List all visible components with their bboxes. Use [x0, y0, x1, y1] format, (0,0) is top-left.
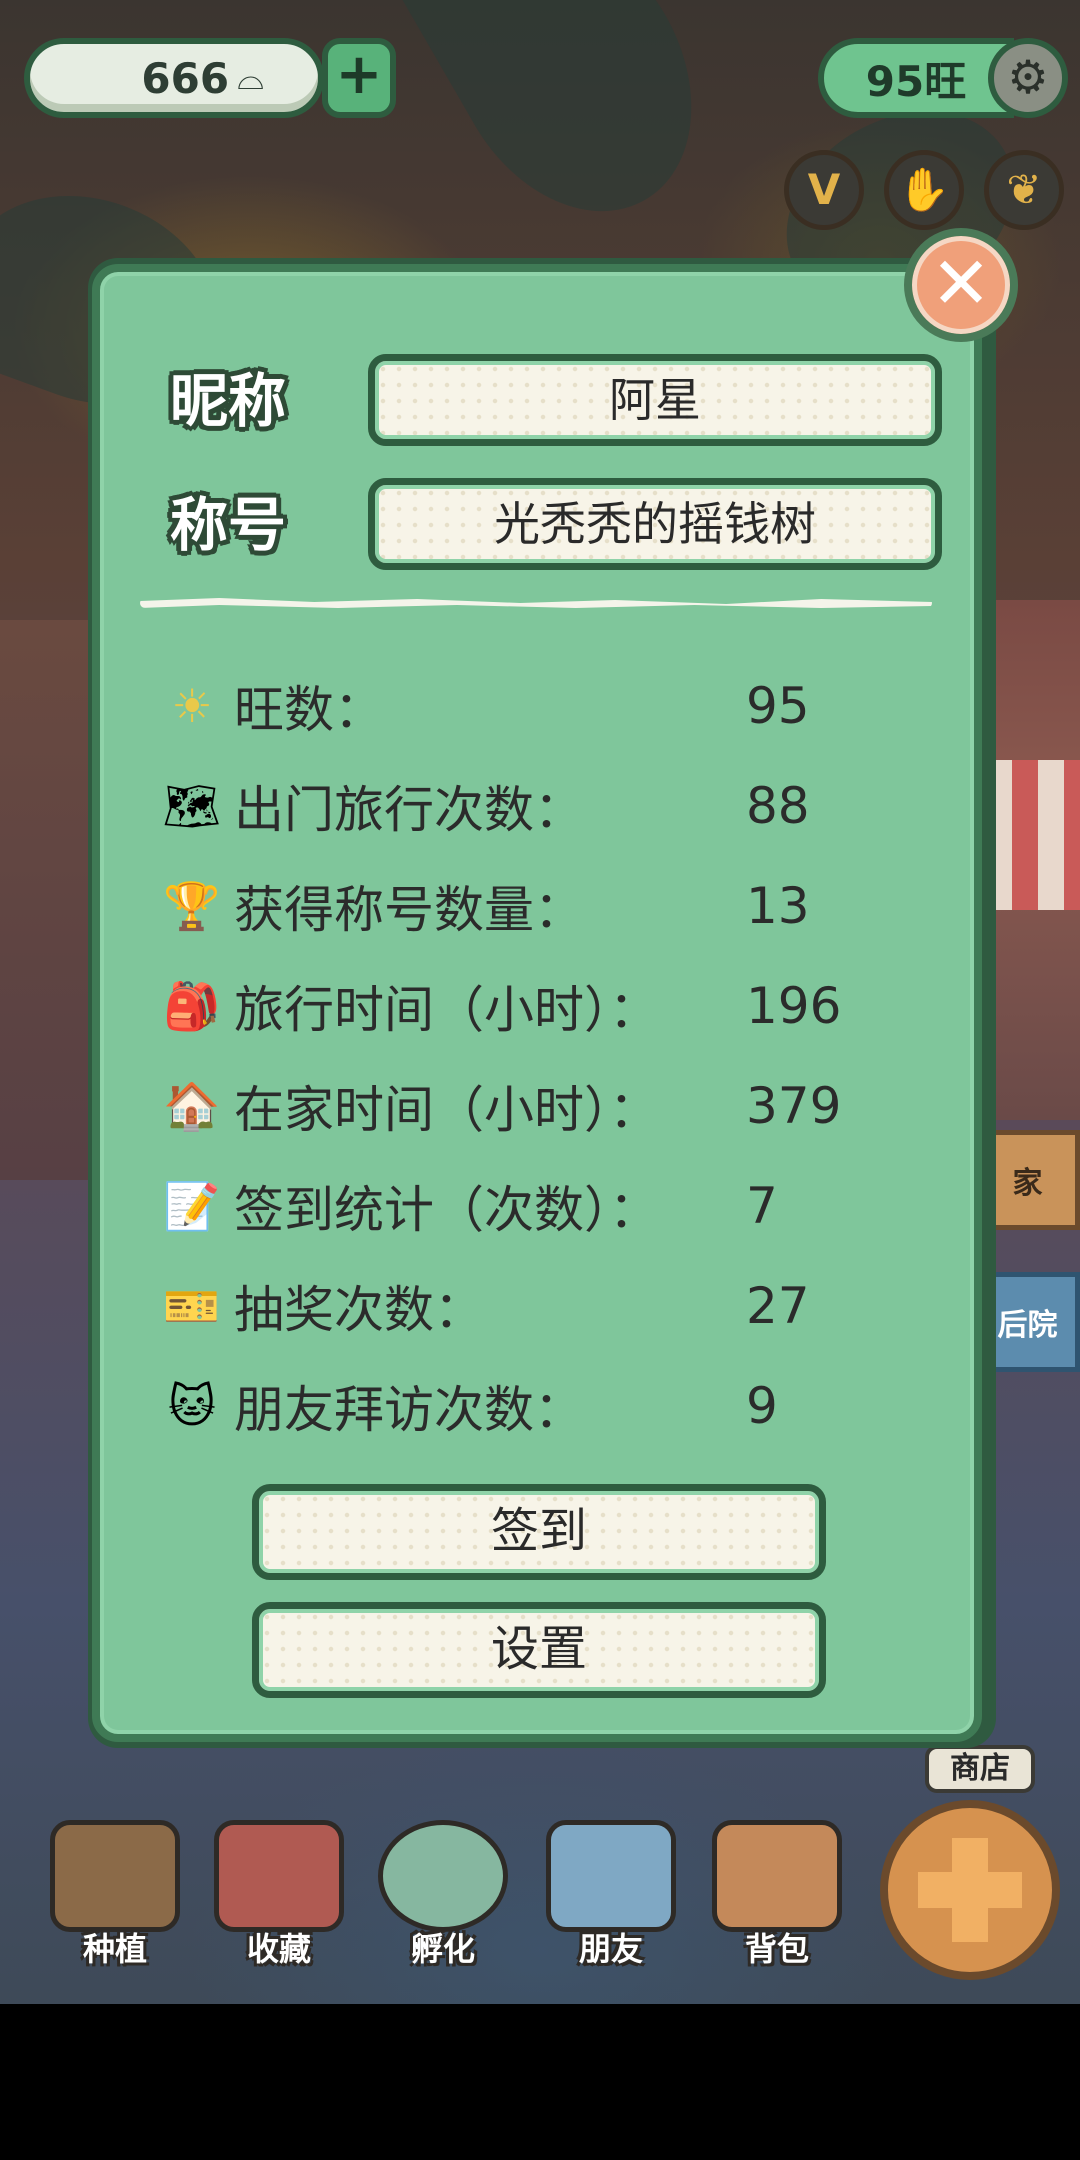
basket-icon — [712, 1820, 842, 1932]
wang-count: 95旺 — [818, 38, 1014, 118]
gear-icon[interactable]: ⚙ — [988, 38, 1068, 118]
nav-collection[interactable]: 收藏 — [204, 1820, 354, 1970]
title-label: 称号 — [170, 491, 287, 559]
nav-label: 收藏 — [246, 1930, 311, 1968]
coin-count: 666 — [141, 53, 230, 103]
stat-row: 🗺 出门旅行次数： 88 — [160, 766, 880, 846]
nickname-label: 昵称 — [170, 367, 287, 435]
sun-icon: ☀ — [171, 679, 213, 733]
stat-label: 朋友拜访次数： — [234, 1381, 584, 1439]
nav-label: 孵化 — [410, 1930, 475, 1968]
stat-label: 在家时间（小时）： — [234, 1081, 659, 1139]
title-field[interactable]: 光秃秃的摇钱树 — [368, 478, 942, 570]
stat-value: 95 — [746, 677, 810, 735]
egg-icon — [378, 1820, 508, 1932]
stat-row: 📝 签到统计（次数）： 7 — [160, 1166, 880, 1246]
nickname-field[interactable]: 阿星 — [368, 354, 942, 446]
stat-row: 🎒 旅行时间（小时）： 196 — [160, 966, 880, 1046]
hand-button[interactable]: ✋ — [884, 150, 964, 230]
stat-row: 🏆 获得称号数量： 13 — [160, 866, 880, 946]
map-icon: 🗺 — [162, 779, 222, 833]
cat-icon: 🐱 — [168, 1379, 216, 1433]
stat-row: 🏠 在家时间（小时）： 379 — [160, 1066, 880, 1146]
ingot-icon: ⌓ — [237, 58, 264, 98]
book-icon — [214, 1820, 344, 1932]
stat-value: 9 — [746, 1377, 778, 1435]
nav-hatch[interactable]: 孵化 — [368, 1820, 518, 1970]
coin-balance: 666 ⌓ — [24, 38, 324, 118]
stat-label: 旅行时间（小时）： — [234, 981, 659, 1039]
stat-value: 88 — [746, 777, 810, 835]
nav-label: 种植 — [82, 1930, 147, 1968]
backpack-icon: 🎒 — [163, 979, 221, 1033]
stat-label: 获得称号数量： — [234, 881, 584, 939]
ginkgo-button[interactable]: ❦ — [984, 150, 1064, 230]
stat-value: 379 — [746, 1077, 842, 1135]
sprout-icon — [50, 1820, 180, 1932]
shop-button[interactable]: 商店 — [925, 1745, 1035, 1793]
stat-label: 出门旅行次数： — [234, 781, 584, 839]
stat-row: ☀ 旺数： 95 — [160, 666, 880, 746]
stat-value: 196 — [746, 977, 842, 1035]
main-menu-button[interactable] — [880, 1800, 1060, 1980]
stat-label: 抽奖次数： — [234, 1281, 484, 1339]
nav-label: 背包 — [744, 1930, 809, 1968]
stat-value: 27 — [746, 1277, 810, 1335]
add-coins-button[interactable]: + — [322, 38, 396, 118]
cross-icon — [918, 1838, 1022, 1942]
trophy-icon: 🏆 — [163, 879, 221, 933]
nav-friends[interactable]: 朋友 — [536, 1820, 686, 1970]
house-icon: 🏠 — [163, 1079, 221, 1133]
stat-row: 🐱 朋友拜访次数： 9 — [160, 1366, 880, 1446]
stat-row: 🎫 抽奖次数： 27 — [160, 1266, 880, 1346]
cat-icon — [546, 1820, 676, 1932]
nav-backpack[interactable]: 背包 — [702, 1820, 852, 1970]
notepad-icon: 📝 — [163, 1179, 221, 1233]
stat-value: 13 — [746, 877, 810, 935]
system-navigation-bar — [0, 2004, 1080, 2160]
stat-label: 签到统计（次数）： — [234, 1181, 659, 1239]
nav-label: 朋友 — [578, 1930, 643, 1968]
settings-button[interactable]: 设置 — [252, 1602, 826, 1698]
close-button[interactable]: ✕ — [904, 228, 1018, 342]
stat-label: 旺数： — [234, 681, 384, 739]
vip-button[interactable]: V — [784, 150, 864, 230]
background-leaf — [399, 0, 741, 255]
stat-value: 7 — [746, 1177, 778, 1235]
ticket-icon: 🎫 — [163, 1279, 221, 1333]
checkin-button[interactable]: 签到 — [252, 1484, 826, 1580]
nav-plant[interactable]: 种植 — [40, 1820, 190, 1970]
game-screen: 666 ⌓ + 95旺 ⚙ V ✋ ❦ 家 后院 商店 种植 收藏 孵化 朋友 … — [0, 0, 1080, 2004]
